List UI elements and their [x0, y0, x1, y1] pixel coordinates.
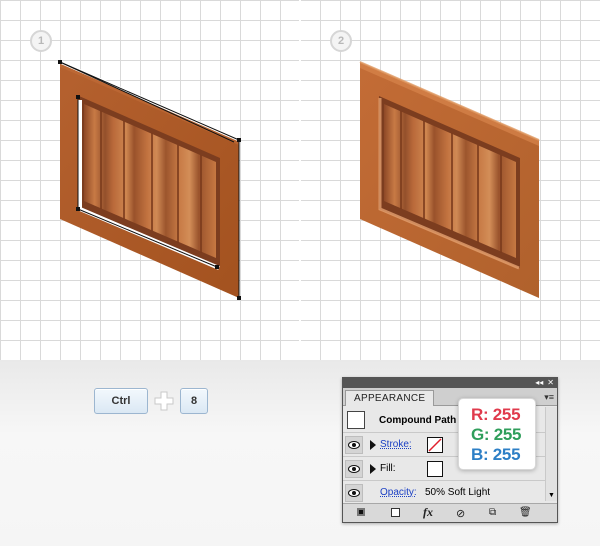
visibility-eye-icon[interactable]	[345, 436, 363, 454]
opacity-value: 50% Soft Light	[425, 487, 491, 498]
stroke-swatch-none[interactable]	[427, 437, 443, 453]
plus-icon	[154, 391, 174, 411]
panel-titlebar[interactable]: ◂◂ ✕	[343, 378, 557, 388]
panel-scrollbar[interactable]: ▼	[545, 407, 557, 501]
opacity-label[interactable]: Opacity:	[380, 487, 417, 498]
add-new-fill-icon[interactable]	[391, 508, 400, 517]
object-thumbnail	[347, 411, 365, 429]
tab-appearance[interactable]: APPEARANCE	[345, 390, 435, 406]
eight-key: 8	[180, 388, 208, 414]
visibility-eye-icon[interactable]	[345, 484, 363, 502]
wood-panel-result	[359, 61, 540, 298]
close-icon[interactable]: ✕	[547, 379, 554, 387]
fill-label: Fill:	[380, 463, 396, 474]
key-label: Ctrl	[111, 395, 131, 407]
expand-triangle-icon[interactable]	[370, 440, 376, 450]
opacity-row[interactable]: Opacity: 50% Soft Light	[343, 481, 545, 505]
expand-triangle-icon[interactable]	[370, 464, 376, 474]
visibility-eye-icon[interactable]	[345, 460, 363, 478]
duplicate-item-icon[interactable]: ⧉	[489, 507, 496, 518]
tab-label: APPEARANCE	[354, 393, 426, 404]
panel-menu-icon[interactable]: ▾≡	[544, 392, 554, 403]
clear-appearance-icon[interactable]: ⊘	[456, 507, 465, 520]
red-value: R: 255	[471, 405, 521, 424]
collapse-icon[interactable]: ◂◂	[535, 379, 543, 387]
ctrl-key: Ctrl	[94, 388, 148, 414]
scroll-down-icon[interactable]: ▼	[548, 492, 555, 499]
blue-value: B: 255	[471, 445, 521, 464]
color-value-callout: R: 255 G: 255 B: 255	[458, 398, 536, 470]
green-value: G: 255	[471, 425, 522, 444]
fill-swatch-white[interactable]	[427, 461, 443, 477]
key-label: 8	[190, 395, 198, 407]
stroke-label[interactable]: Stroke:	[380, 439, 412, 450]
add-new-stroke-icon[interactable]	[357, 508, 365, 516]
object-type-label: Compound Path	[379, 415, 457, 426]
panel-footer-toolbar: fx ⊘ ⧉ 🗑	[343, 503, 557, 522]
add-effect-fx-icon[interactable]: fx	[423, 505, 433, 520]
delete-item-trash-icon[interactable]: 🗑	[519, 507, 532, 518]
